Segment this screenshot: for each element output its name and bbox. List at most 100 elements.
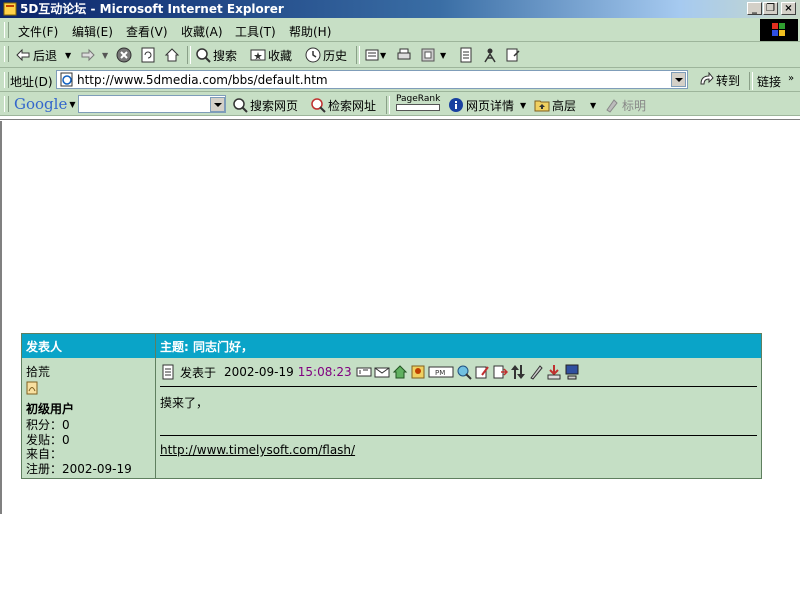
toolbar-separator: [386, 96, 390, 114]
stop-icon: [116, 47, 132, 63]
menu-view[interactable]: 查看(V): [126, 23, 168, 40]
computer-icon[interactable]: [564, 364, 580, 380]
home-button[interactable]: [164, 46, 180, 64]
pen-icon[interactable]: [528, 364, 544, 380]
restore-button[interactable]: ❐: [763, 2, 778, 15]
address-bar: 地址(D) http://www.5dmedia.com/bbs/default…: [0, 68, 800, 92]
close-button[interactable]: ×: [781, 2, 796, 15]
address-input[interactable]: http://www.5dmedia.com/bbs/default.htm: [56, 70, 688, 89]
history-button[interactable]: 历史: [305, 46, 347, 64]
favorite-icon[interactable]: [410, 364, 426, 380]
menu-file[interactable]: 文件(F): [18, 23, 58, 40]
minimize-button[interactable]: _: [747, 2, 762, 15]
subject-column-header: 主题: 同志门好，: [160, 340, 253, 354]
address-url: http://www.5dmedia.com/bbs/default.htm: [77, 73, 328, 87]
author-registered: 注册：2002-09-19: [26, 462, 132, 476]
favorites-label: 收藏: [268, 48, 293, 63]
standard-toolbar: 后退 ▼ ▼ 搜索 收藏 历史 ▼ ▼: [0, 42, 800, 68]
menu-help[interactable]: 帮助(H): [289, 23, 331, 40]
pm-icon[interactable]: PM: [428, 364, 454, 380]
ie-window: 5D互动论坛 - Microsoft Internet Explorer _ ❐…: [0, 0, 800, 600]
history-icon: [305, 47, 321, 63]
page-info-dropdown-icon[interactable]: ▼: [520, 101, 526, 110]
signature-link[interactable]: http://www.timelysoft.com/flash/: [160, 443, 355, 457]
toolbar-separator: [356, 46, 360, 64]
refresh-icon: [141, 47, 155, 63]
back-button[interactable]: 后退 ▼: [15, 46, 71, 64]
email-icon[interactable]: [374, 364, 390, 380]
profile-icon[interactable]: [356, 364, 372, 380]
toolbar-grip[interactable]: [4, 46, 9, 62]
menu-grip[interactable]: [4, 22, 9, 38]
column-divider: [155, 334, 156, 358]
menu-tools[interactable]: 工具(T): [235, 23, 276, 40]
homepage-icon[interactable]: [392, 364, 408, 380]
address-grip[interactable]: [4, 72, 9, 88]
go-button[interactable]: 转到: [698, 71, 740, 89]
download-icon[interactable]: [546, 364, 562, 380]
window-title: 5D互动论坛 - Microsoft Internet Explorer: [20, 2, 284, 16]
back-dropdown-icon[interactable]: ▼: [65, 51, 71, 60]
edit-post-icon[interactable]: [474, 364, 490, 380]
author-name[interactable]: 拾荒: [26, 363, 50, 380]
edit-button[interactable]: ▼: [420, 46, 446, 64]
forward-button[interactable]: ▼: [80, 46, 108, 64]
post-divider-bottom: [160, 435, 757, 436]
messenger-button[interactable]: [482, 46, 498, 64]
google-grip[interactable]: [4, 96, 9, 112]
toolbar-separator: [749, 72, 753, 90]
address-dropdown-icon[interactable]: [671, 72, 686, 87]
favorites-button[interactable]: 收藏: [250, 46, 292, 64]
windows-logo-icon: [760, 19, 798, 41]
google-search-dropdown-icon[interactable]: [210, 97, 225, 112]
frame-border-top: [0, 119, 800, 120]
back-label: 后退: [33, 48, 58, 63]
home-icon: [164, 48, 180, 62]
go-label: 转到: [716, 73, 741, 88]
stop-button[interactable]: [116, 46, 132, 64]
highlight-button[interactable]: 标明: [604, 96, 646, 114]
search-icon: [196, 48, 211, 63]
print-icon: [397, 48, 411, 60]
mail-icon: [365, 49, 379, 61]
edit-dropdown-icon[interactable]: ▼: [440, 51, 446, 60]
forward-arrow-icon: [81, 48, 95, 62]
google-logo-button[interactable]: Google ▼: [14, 95, 75, 113]
print-button[interactable]: [396, 46, 412, 64]
up-button[interactable]: 高层 ▼: [534, 96, 596, 114]
column-divider: [155, 358, 156, 479]
research-button[interactable]: [505, 46, 521, 64]
menu-favorites[interactable]: 收藏(A): [181, 23, 223, 40]
search-web-button[interactable]: 搜索网页: [232, 96, 298, 114]
google-dropdown-icon[interactable]: ▼: [69, 100, 75, 109]
search-label: 搜索: [213, 48, 238, 63]
back-arrow-icon: [16, 48, 30, 62]
up-dropdown-icon[interactable]: ▼: [590, 101, 596, 110]
search-web-icon: [233, 98, 248, 113]
links-chevron-icon[interactable]: »: [788, 73, 794, 84]
reply-icon[interactable]: [492, 364, 508, 380]
address-label: 地址(D): [10, 75, 53, 89]
page-info-button[interactable]: 网页详情 ▼: [448, 96, 526, 114]
search-site-button[interactable]: 检索网址: [310, 96, 376, 114]
search-button[interactable]: 搜索: [195, 46, 237, 64]
up-down-icon[interactable]: [510, 364, 526, 380]
mail-button[interactable]: ▼: [364, 46, 386, 64]
menu-edit[interactable]: 编辑(E): [72, 23, 113, 40]
links-label[interactable]: 链接: [757, 73, 781, 90]
search-user-icon[interactable]: [456, 364, 472, 380]
mail-dropdown-icon[interactable]: ▼: [380, 51, 386, 60]
info-icon: [449, 98, 463, 112]
google-search-input[interactable]: [78, 95, 226, 113]
discuss-button[interactable]: [458, 46, 474, 64]
forward-dropdown-icon[interactable]: ▼: [102, 51, 108, 60]
frame-border-left: [0, 121, 2, 514]
search-site-label: 检索网址: [328, 98, 377, 113]
forum-post-table: 发表人 主题: 同志门好， 拾荒 初级用户 积分：0 发贴：0 来自： 注册：2…: [21, 333, 762, 479]
author-rank: 初级用户: [26, 402, 75, 416]
refresh-button[interactable]: [140, 46, 156, 64]
post-label: 发表于: [180, 365, 217, 380]
title-bar: 5D互动论坛 - Microsoft Internet Explorer _ ❐…: [0, 0, 800, 18]
highlighter-icon: [606, 99, 618, 113]
pagerank-indicator[interactable]: PageRank: [396, 94, 440, 112]
